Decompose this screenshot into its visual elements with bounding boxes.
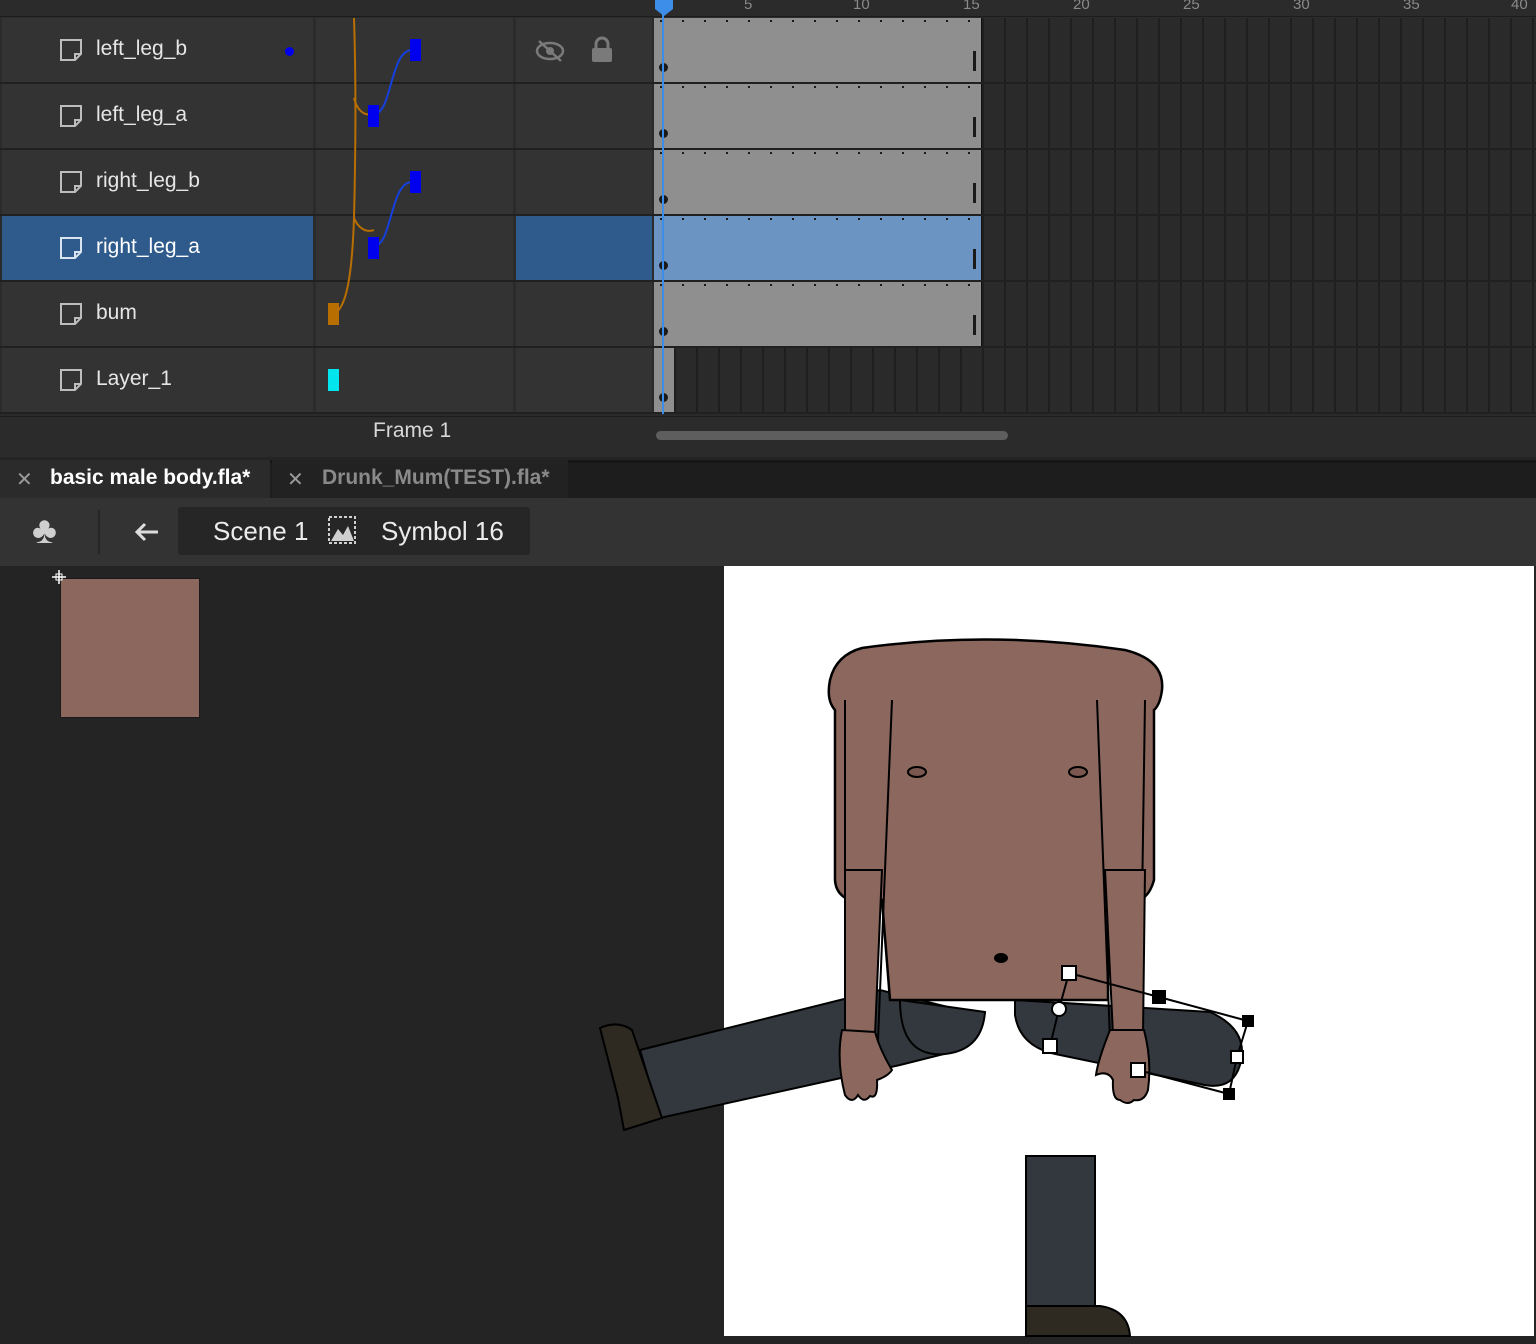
layer-row[interactable]: left_leg_b	[0, 18, 1536, 84]
close-icon[interactable]: ✕	[287, 467, 304, 492]
parent-node[interactable]	[410, 171, 421, 193]
span-end	[973, 249, 976, 269]
layer-color-dot[interactable]	[285, 47, 294, 56]
ruler-tick: 40	[1511, 0, 1528, 13]
layer-row[interactable]: bum	[0, 282, 1536, 348]
doc-tab-label[interactable]: Drunk_Mum(TEST).fla*	[322, 466, 550, 490]
playhead[interactable]	[662, 0, 664, 414]
tween-span[interactable]	[654, 150, 982, 214]
layer-name[interactable]: Layer_1	[96, 367, 172, 391]
span-end	[973, 183, 976, 203]
ruler-tick: 20	[1073, 0, 1090, 13]
playhead-handle[interactable]	[654, 0, 674, 16]
ruler-tick: 15	[963, 0, 980, 13]
frame-dots	[660, 20, 980, 22]
single-keyframe-cell[interactable]	[654, 348, 674, 412]
frame-ruler[interactable]: 5 10 15 20 25 30 35 40	[0, 0, 1536, 17]
parent-node[interactable]	[368, 237, 379, 259]
ruler-tick: 10	[853, 0, 870, 13]
parent-node[interactable]	[368, 105, 379, 127]
tween-span[interactable]	[654, 18, 982, 82]
timeline-scrollbar[interactable]	[656, 431, 1008, 440]
frame-dots	[660, 284, 980, 286]
doc-tab-label[interactable]: basic male body.fla*	[50, 466, 250, 490]
ruler-tick: 35	[1403, 0, 1420, 13]
parent-node[interactable]	[410, 39, 421, 61]
character-artwork[interactable]	[0, 566, 1536, 1344]
layer-icon	[60, 303, 82, 325]
frame-dots	[660, 218, 980, 220]
symbol-icon	[328, 516, 356, 544]
span-end	[973, 117, 976, 137]
visibility-cell	[516, 150, 652, 214]
club-icon[interactable]: ♣	[32, 510, 57, 553]
layer-icon	[60, 105, 82, 127]
layer-name-cell[interactable]	[2, 282, 313, 346]
separator	[98, 510, 100, 554]
parenting-tree[interactable]	[316, 18, 513, 414]
layer-row[interactable]: left_leg_a	[0, 84, 1536, 150]
layer-row[interactable]: Layer_1	[0, 348, 1536, 414]
ruler-tick: 30	[1293, 0, 1310, 13]
breadcrumb-symbol[interactable]: Symbol 16	[381, 516, 504, 547]
parent-node[interactable]	[328, 303, 339, 325]
timeline-panel: 5 10 15 20 25 30 35 40 left_leg_b left_l…	[0, 0, 1536, 457]
layer-name[interactable]: left_leg_a	[96, 103, 187, 127]
shoe	[1025, 1305, 1132, 1337]
breadcrumb-scene[interactable]: Scene 1	[213, 516, 308, 547]
tween-span[interactable]	[654, 84, 982, 148]
layer-icon	[60, 171, 82, 193]
visibility-cell	[516, 348, 652, 412]
layer-name[interactable]: right_leg_a	[96, 235, 200, 259]
ruler-tick: 25	[1183, 0, 1200, 13]
layer-icon	[60, 369, 82, 391]
frame-cells[interactable]	[654, 348, 1536, 412]
frame-dots	[660, 86, 980, 88]
eye-hidden-icon[interactable]	[534, 38, 566, 64]
frame-dots	[660, 152, 980, 154]
back-arrow-icon[interactable]	[132, 520, 160, 544]
layer-row-selected[interactable]: right_leg_a	[0, 216, 1536, 282]
visibility-cell	[516, 216, 652, 280]
current-frame-label: Frame 1	[373, 419, 452, 442]
span-end	[973, 51, 976, 71]
visibility-cell	[516, 84, 652, 148]
close-icon[interactable]: ✕	[16, 467, 33, 492]
tween-span[interactable]	[654, 282, 982, 346]
ruler-tick: 5	[744, 0, 753, 13]
tween-span[interactable]	[654, 216, 982, 280]
span-end	[973, 315, 976, 335]
layer-row[interactable]: right_leg_b	[0, 150, 1536, 216]
visibility-cell	[516, 282, 652, 346]
layer-name[interactable]: right_leg_b	[96, 169, 200, 193]
parent-node[interactable]	[328, 369, 339, 391]
layer-icon	[60, 39, 82, 61]
layer-name[interactable]: left_leg_b	[96, 37, 187, 61]
layer-name[interactable]: bum	[96, 301, 137, 325]
layer-icon	[60, 237, 82, 259]
lock-icon[interactable]	[590, 36, 614, 64]
